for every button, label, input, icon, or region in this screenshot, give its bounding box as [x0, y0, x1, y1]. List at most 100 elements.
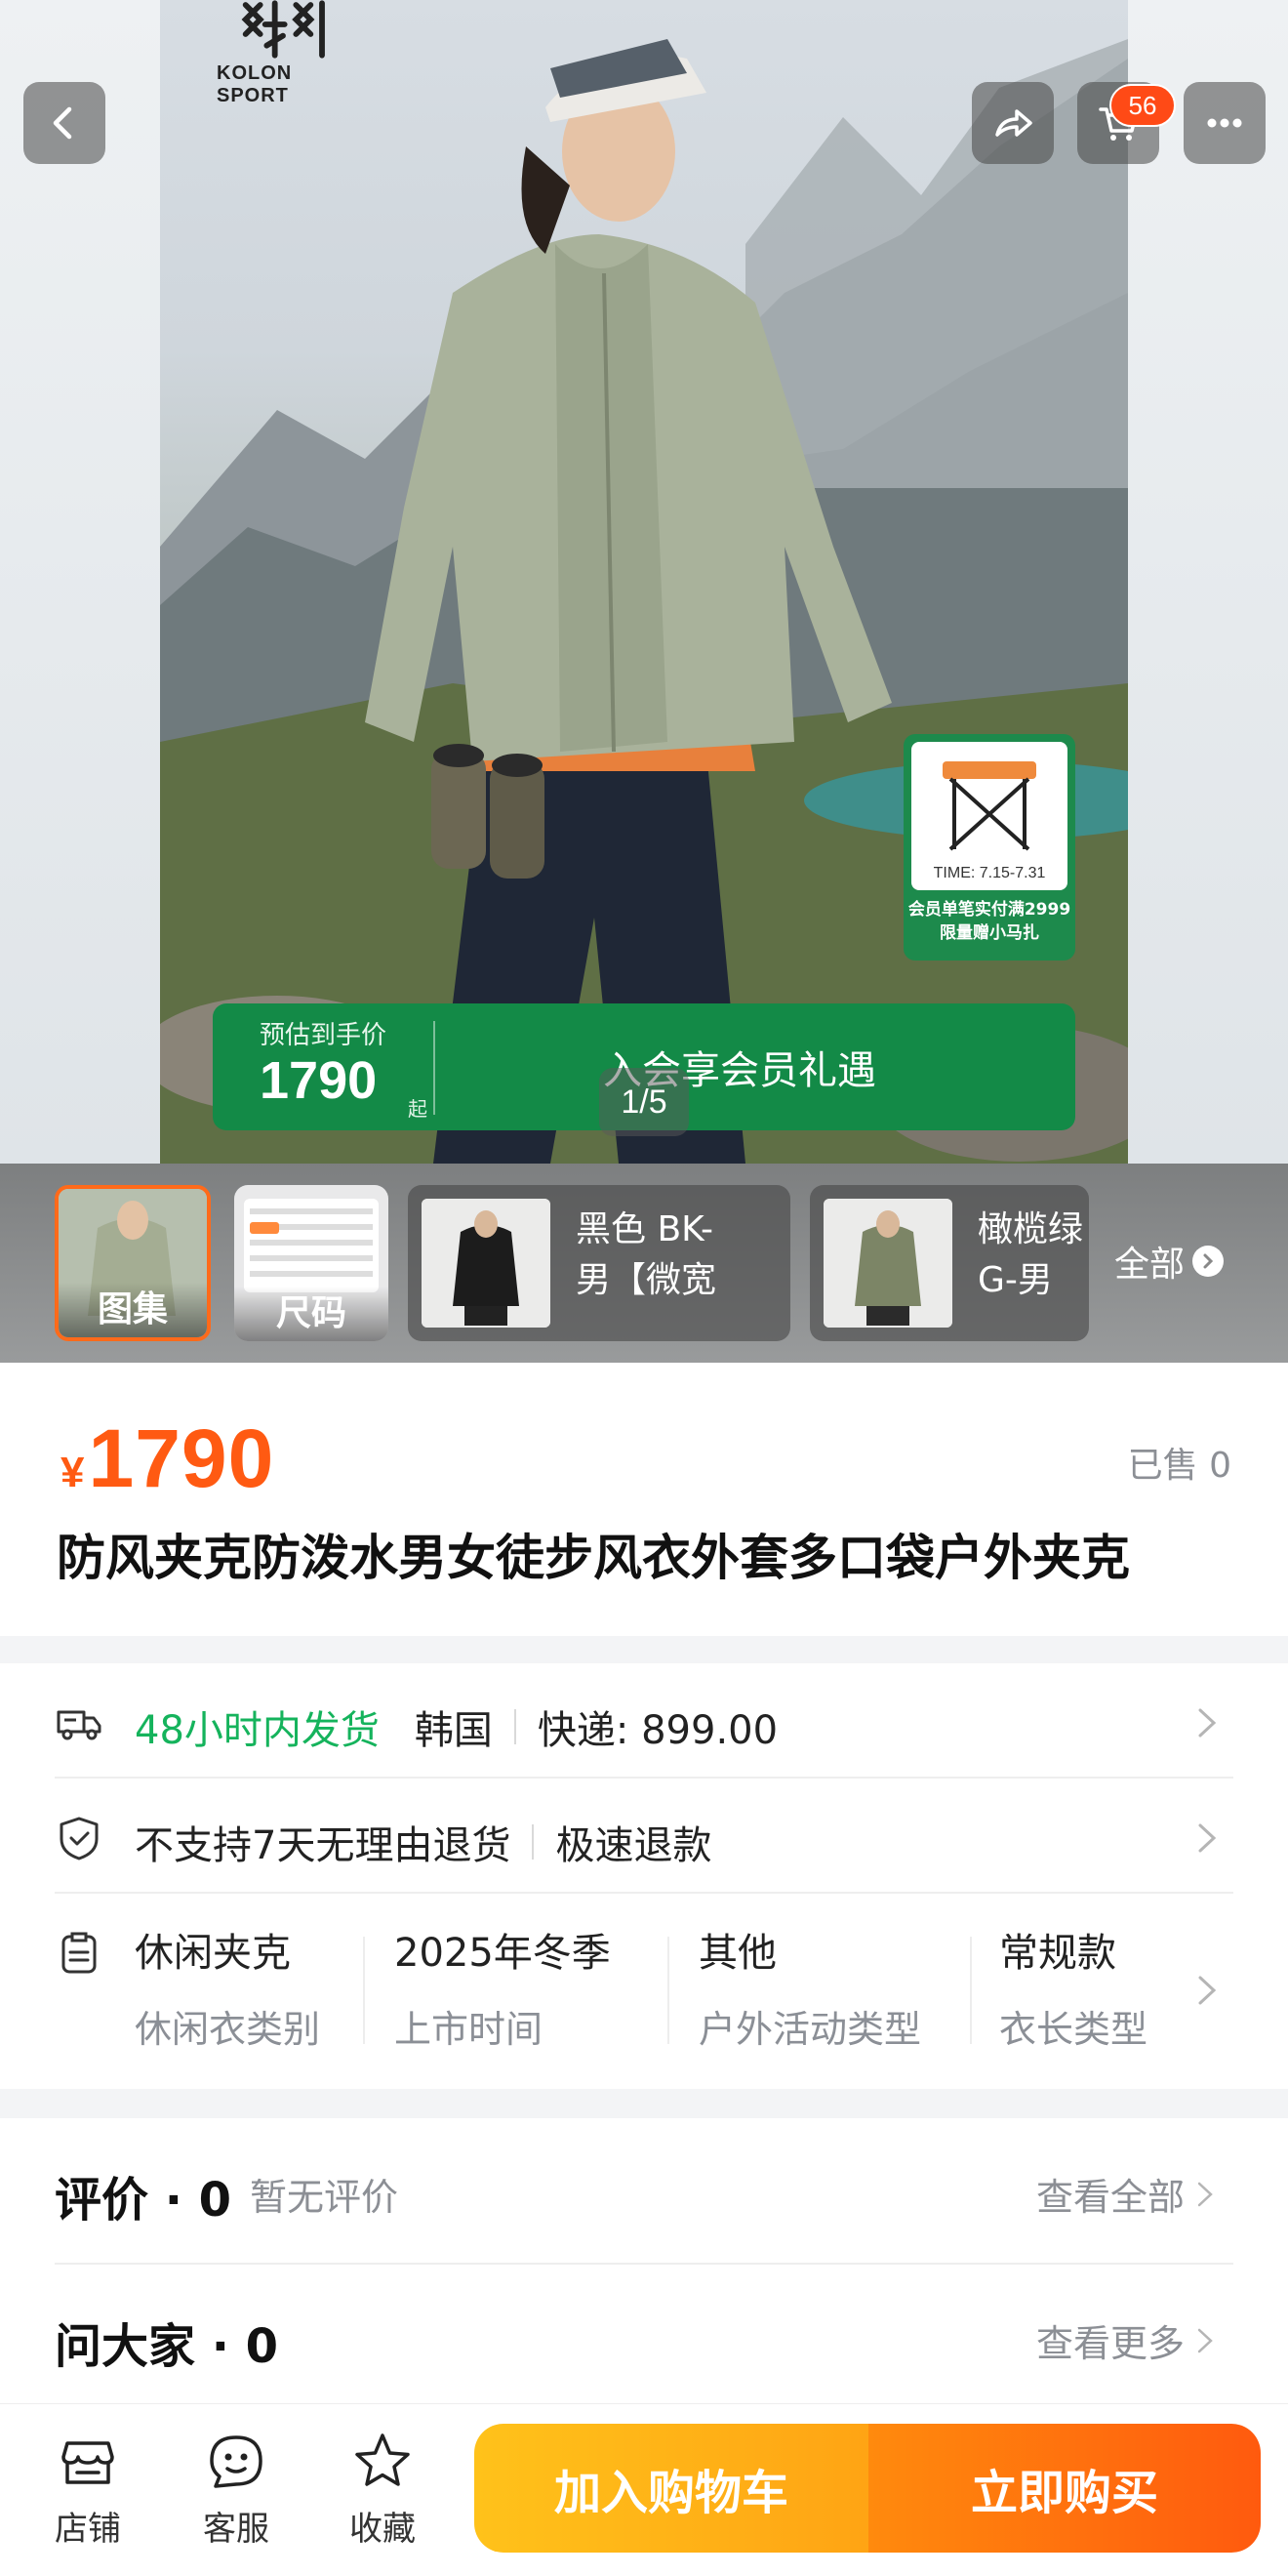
- shipping-row[interactable]: 48小时内发货 韩国 快递: 899.00: [55, 1663, 1233, 1779]
- variant-olive-line2: G-男: [978, 1260, 1053, 1300]
- variant-black[interactable]: 黑色 BK- 男【微宽: [408, 1185, 790, 1341]
- shipping-speed: 48小时内发货: [135, 1708, 380, 1753]
- chevron-right-icon: [1197, 2328, 1213, 2352]
- currency-symbol: ¥: [60, 1449, 85, 1496]
- returns-info: 不支持7天无理由退货 极速退款: [135, 1814, 711, 1870]
- divider: [363, 1937, 365, 2044]
- share-icon: [995, 109, 1032, 137]
- estimated-price-value: 1790: [260, 1051, 378, 1110]
- attribute-value: 休闲夹克: [135, 1931, 291, 1976]
- chevron-right-icon: [1198, 1708, 1217, 1738]
- product-title: 防风夹克防泼水男女徒步风衣外套多口袋户外夹克: [57, 1530, 1130, 1586]
- attribute-key: 休闲衣类别: [135, 2008, 321, 2051]
- price-value: 1790: [88, 1412, 275, 1504]
- attribute-value: 其他: [699, 1931, 777, 1976]
- attributes-row[interactable]: 休闲夹克 休闲衣类别 2025年冬季 上市时间 其他 户外活动类型 常规款 衣长…: [55, 1894, 1233, 2089]
- variant-black-line1: 黑色 BK-: [576, 1209, 713, 1249]
- attribute-key: 衣长类型: [999, 2008, 1148, 2051]
- promo-time: TIME: 7.15-7.31: [933, 865, 1046, 881]
- price-title-card: ¥ 1790 已售 0 防风夹克防泼水男女徒步风衣外套多口袋户外夹克: [0, 1363, 1288, 1636]
- store-tab[interactable]: 店铺: [29, 2430, 146, 2556]
- customer-service-tab[interactable]: 客服: [178, 2430, 295, 2556]
- store-icon: [61, 2441, 114, 2484]
- media-thumbnail-strip: 图集 尺码 黑色 BK- 男【微宽 橄榄绿 G-男 全部: [0, 1164, 1288, 1363]
- size-label: 尺码: [234, 1287, 388, 1341]
- divider: [532, 1824, 535, 1860]
- brand-name: KOLON SPORT: [217, 62, 293, 106]
- product-price: ¥ 1790: [60, 1411, 274, 1506]
- attribute-key: 户外活动类型: [699, 2008, 922, 2051]
- variant-olive[interactable]: 橄榄绿 G-男: [810, 1185, 1089, 1341]
- variant-black-image: [422, 1199, 550, 1328]
- chevron-right-icon: [1198, 1823, 1217, 1853]
- sold-count: 已售 0: [1127, 1446, 1231, 1486]
- add-to-cart-button[interactable]: 加入购物车: [474, 2424, 868, 2553]
- estimated-price-suffix: 起: [408, 1097, 427, 1121]
- chevron-right-icon: [1197, 2182, 1213, 2206]
- brand-logo: KOLON SPORT: [217, 0, 349, 107]
- thumb-gallery[interactable]: 图集: [55, 1185, 211, 1341]
- promo-line-1: 会员单笔实付满2999: [907, 900, 1071, 920]
- attribute-key: 上市时间: [394, 2008, 543, 2051]
- favorite-label: 收藏: [349, 2510, 416, 2549]
- share-button[interactable]: [972, 82, 1054, 164]
- promo-text: 会员单笔实付满2999 限量赠小马扎: [904, 898, 1075, 945]
- kolon-logo-mark: [241, 0, 325, 59]
- more-dots-icon: [1207, 118, 1242, 128]
- variant-olive-line1: 橄榄绿: [978, 1209, 1084, 1249]
- attribute-value: 常规款: [999, 1931, 1116, 1976]
- product-detail-page: KOLON SPORT 56 TIME: 7.15-7.31 会员单笔实付满29…: [0, 0, 1288, 2576]
- product-image-carousel[interactable]: KOLON SPORT 56 TIME: 7.15-7.31 会员单笔实付满29…: [0, 0, 1288, 1164]
- reviews-empty-text: 暂无评价: [250, 2176, 399, 2219]
- favorite-tab[interactable]: 收藏: [324, 2430, 441, 2556]
- reviews-title: 评价 · 0: [55, 2173, 232, 2228]
- star-icon: [355, 2433, 410, 2486]
- reviews-row[interactable]: 评价 · 0 暂无评价 查看全部: [55, 2118, 1233, 2265]
- attribute-release: 2025年冬季 上市时间: [394, 1921, 611, 2058]
- attribute-activity: 其他 户外活动类型: [699, 1921, 921, 2058]
- fast-refund: 极速退款: [555, 1823, 712, 1868]
- back-button[interactable]: [23, 82, 105, 164]
- attribute-value: 2025年冬季: [394, 1931, 611, 1976]
- show-all-variants-button[interactable]: 全部: [1114, 1232, 1225, 1290]
- cart-count-badge: 56: [1109, 84, 1176, 127]
- returns-row[interactable]: 不支持7天无理由退货 极速退款: [55, 1779, 1233, 1894]
- show-all-label: 全部: [1114, 1245, 1186, 1285]
- product-photo: [160, 0, 1128, 1164]
- shipping-info: 48小时内发货 韩国 快递: 899.00: [135, 1698, 778, 1755]
- more-button[interactable]: [1184, 82, 1266, 164]
- shipping-origin: 韩国: [414, 1708, 493, 1753]
- reviews-card: 评价 · 0 暂无评价 查看全部 问大家 · 0 查看更多: [0, 2118, 1288, 2421]
- divider: [970, 1937, 972, 2044]
- qa-title: 问大家 · 0: [55, 2319, 279, 2374]
- view-more-label: 查看更多: [1035, 2322, 1185, 2365]
- clipboard-list-icon: [61, 1932, 97, 1974]
- divider: [667, 1937, 669, 2044]
- chevron-left-icon: [53, 106, 72, 140]
- view-more-qa-link[interactable]: 查看更多: [1036, 2313, 1216, 2367]
- store-label: 店铺: [55, 2510, 121, 2549]
- buy-now-button[interactable]: 立即购买: [868, 2424, 1261, 2553]
- customer-service-icon: [210, 2435, 262, 2488]
- attribute-length: 常规款 衣长类型: [999, 1921, 1147, 2058]
- variant-black-line2: 男【微宽: [576, 1260, 717, 1300]
- thumb-size-chart[interactable]: 尺码: [234, 1185, 388, 1341]
- qa-row[interactable]: 问大家 · 0 查看更多: [55, 2265, 1233, 2421]
- chevron-right-icon: [1198, 1976, 1217, 2005]
- view-all-reviews-link[interactable]: 查看全部: [1036, 2167, 1216, 2221]
- variant-olive-label: 橄榄绿 G-男: [978, 1205, 1083, 1306]
- service-card: 48小时内发货 韩国 快递: 899.00 不支持7天无理由退货 极速退款 休闲…: [0, 1663, 1288, 2089]
- view-all-label: 查看全部: [1035, 2176, 1185, 2219]
- estimated-price-label: 预估到手价: [260, 1021, 387, 1050]
- divider: [513, 1709, 516, 1744]
- bottom-action-bar: 店铺 客服 收藏 加入购物车 立即购买: [0, 2403, 1288, 2576]
- promo-line-2: 限量赠小马扎: [940, 923, 1039, 943]
- return-policy: 不支持7天无理由退货: [135, 1823, 511, 1868]
- delivery-truck-icon: [57, 1710, 101, 1740]
- shield-check-icon: [60, 1817, 99, 1860]
- variant-black-label: 黑色 BK- 男【微宽: [576, 1205, 716, 1306]
- variant-olive-image: [824, 1199, 952, 1328]
- gift-promo-card[interactable]: TIME: 7.15-7.31 会员单笔实付满2999 限量赠小马扎: [904, 734, 1075, 961]
- carousel-page-indicator: 1/5: [599, 1068, 689, 1136]
- gallery-label: 图集: [59, 1283, 207, 1337]
